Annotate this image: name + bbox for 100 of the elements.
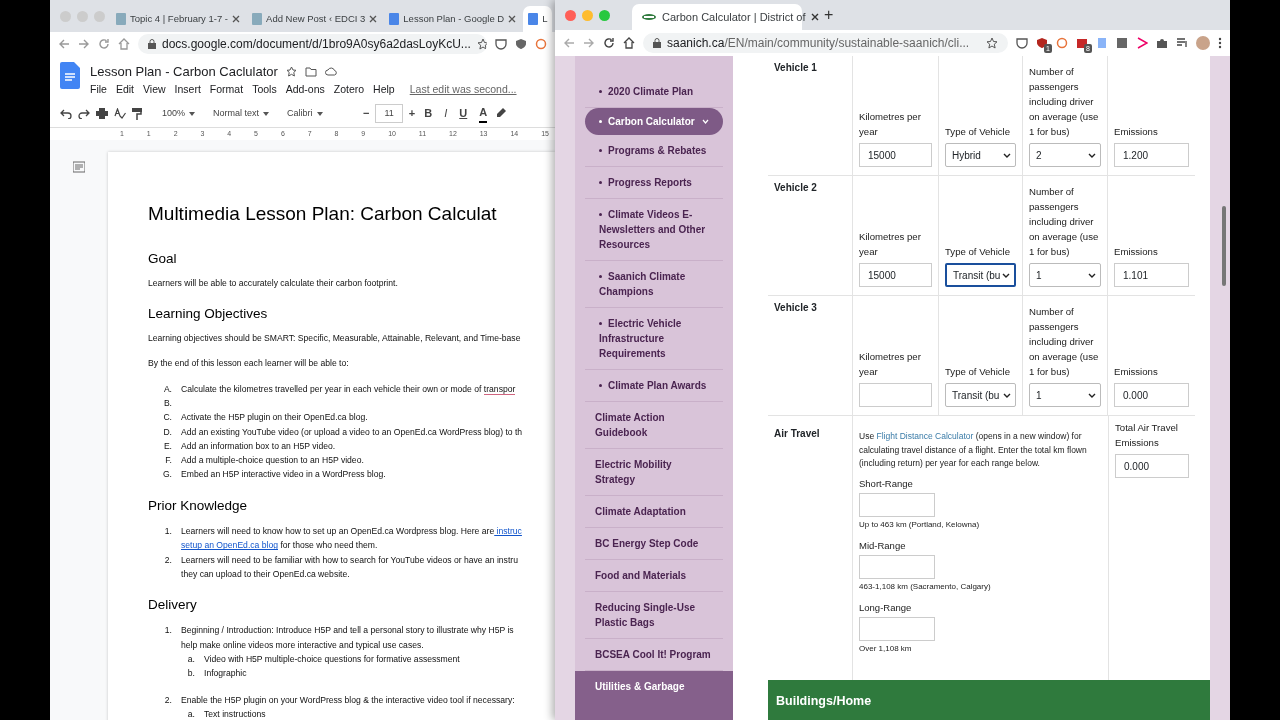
italic-button[interactable]: I: [444, 105, 448, 122]
menu-item[interactable]: Format: [209, 81, 244, 98]
sidebar-link[interactable]: Carbon Calculator: [585, 108, 723, 135]
close-icon[interactable]: [369, 15, 378, 23]
input-field[interactable]: 1.200: [1114, 143, 1189, 167]
input-field[interactable]: [859, 492, 935, 517]
passengers-dropdown[interactable]: 1: [1029, 383, 1101, 407]
vehicle-dropdown[interactable]: Hybrid: [945, 143, 1016, 167]
vehicle-dropdown[interactable]: Transit (bu: [945, 383, 1016, 407]
shield-icon[interactable]: [515, 38, 527, 50]
close-icon[interactable]: [232, 15, 241, 23]
sidebar-link[interactable]: Food and Materials: [585, 560, 723, 592]
font-size-field[interactable]: 11: [375, 103, 403, 124]
reload-icon[interactable]: [603, 37, 615, 49]
sidebar-link[interactable]: Electric Vehicle Infrastructure Requirements: [585, 308, 723, 370]
address-bar[interactable]: saanich.ca/EN/main/community/sustainable-saanich/cli...: [643, 33, 1008, 53]
star-icon[interactable]: [986, 37, 998, 49]
menu-item[interactable]: Zotero: [333, 81, 365, 98]
pocket-icon[interactable]: [495, 38, 507, 50]
underline-button[interactable]: U: [459, 105, 468, 122]
zoom-dropdown[interactable]: 100%: [162, 106, 196, 121]
calendar-icon[interactable]: [1076, 37, 1088, 49]
sidebar-link[interactable]: Utilities & Garbage: [575, 671, 733, 720]
sidebar-link[interactable]: Climate Action Guidebook: [585, 402, 723, 449]
highlighter-icon[interactable]: [496, 108, 507, 119]
browser-tab[interactable]: Add New Post ‹ EDCI 3: [247, 6, 383, 32]
input-field[interactable]: 1.101: [1114, 263, 1189, 287]
input-field[interactable]: 0.000: [1115, 454, 1189, 478]
pocket-icon[interactable]: [1016, 37, 1028, 49]
folder-icon[interactable]: [304, 66, 317, 77]
doc-link[interactable]: instruc: [494, 526, 522, 536]
outline-icon[interactable]: [73, 161, 85, 173]
sidebar-link[interactable]: BC Energy Step Code: [585, 528, 723, 560]
square-icon[interactable]: [1116, 37, 1128, 49]
calculator-link[interactable]: Flight Distance Calculator: [876, 431, 974, 441]
shield-icon[interactable]: [1036, 37, 1048, 49]
field-label: Number of passengers including driver on average (use 1 for bus): [1029, 65, 1100, 139]
browser-tab[interactable]: Topic 4 | February 1-7 -: [111, 6, 246, 32]
text-color-button[interactable]: A: [479, 104, 488, 123]
caret-icon: [1088, 272, 1096, 278]
cloud-icon[interactable]: [324, 67, 337, 77]
font-dropdown[interactable]: Calibri: [287, 106, 358, 121]
document-title[interactable]: Lesson Plan - Carbon Caclulator: [90, 62, 278, 82]
input-field[interactable]: [859, 383, 932, 407]
menu-item[interactable]: Tools: [252, 81, 277, 98]
input-field[interactable]: [859, 617, 935, 642]
list-text: help make online videos more interactive and typical use cases.: [181, 638, 424, 652]
menu-item[interactable]: File: [90, 81, 107, 98]
input-field[interactable]: 15000: [859, 143, 932, 167]
undo-icon[interactable]: [60, 108, 72, 119]
play-icon[interactable]: [1136, 37, 1148, 49]
field-label: Type of Vehicle: [945, 125, 1012, 139]
redo-icon[interactable]: [78, 108, 90, 119]
sidebar-link[interactable]: Electric Mobility Strategy: [585, 449, 723, 496]
sidebar-link[interactable]: Climate Adaptation: [585, 496, 723, 528]
menu-item[interactable]: Insert: [174, 81, 201, 98]
menu-item[interactable]: Add-ons: [285, 81, 325, 98]
list-marker: 2.: [164, 554, 172, 565]
sidebar-link[interactable]: Progress Reports: [585, 167, 723, 199]
style-dropdown[interactable]: Normal text: [213, 106, 270, 121]
list-marker: A.: [163, 383, 172, 394]
paint-format-icon[interactable]: [132, 107, 142, 120]
address-bar[interactable]: docs.google.com/document/d/1bro9A0sy6a2dasLoyKcU...: [138, 34, 487, 54]
vehicle-dropdown[interactable]: Transit (bu: [945, 263, 1016, 287]
browser-tab[interactable]: L: [523, 6, 553, 32]
passengers-dropdown[interactable]: 1: [1029, 263, 1101, 287]
star-icon[interactable]: [476, 38, 487, 50]
menu-item[interactable]: Help: [373, 81, 395, 98]
input-field[interactable]: [859, 555, 935, 579]
new-tab-button[interactable]: +: [820, 5, 838, 25]
home-icon[interactable]: [623, 37, 635, 49]
star-icon[interactable]: [285, 66, 297, 78]
forward-icon[interactable]: [78, 38, 90, 50]
sidebar-link[interactable]: Climate Plan Awards: [585, 370, 723, 402]
back-icon[interactable]: [58, 38, 70, 50]
caret-icon: [263, 111, 270, 116]
ring-icon[interactable]: [1056, 37, 1068, 49]
increase-size-button[interactable]: +: [408, 105, 416, 122]
field-label: Total Air Travel Emissions: [1115, 421, 1179, 450]
close-icon[interactable]: [811, 13, 820, 21]
decrease-size-button[interactable]: −: [363, 105, 370, 122]
ring-icon[interactable]: [535, 38, 547, 50]
scrollbar-thumb[interactable]: [1222, 206, 1226, 286]
playlist-icon[interactable]: [1176, 37, 1188, 49]
input-field[interactable]: 0.000: [1114, 383, 1189, 407]
sidebar-link[interactable]: Programs & Rebates: [585, 135, 723, 167]
close-icon[interactable]: [508, 15, 517, 23]
last-edit-link[interactable]: Last edit was second...: [409, 81, 517, 98]
sidebar-link[interactable]: Saanich Climate Champions: [585, 261, 723, 308]
browser-tab[interactable]: Lesson Plan - Google D: [384, 6, 522, 32]
input-field[interactable]: 15000: [859, 263, 932, 287]
doc-link[interactable]: setup an OpenEd.ca blog: [181, 540, 278, 551]
spellcheck-icon[interactable]: [114, 108, 126, 119]
menu-item[interactable]: Edit: [115, 81, 134, 98]
bold-button[interactable]: B: [424, 105, 433, 122]
passengers-dropdown[interactable]: 2: [1029, 143, 1101, 167]
sidebar-link[interactable]: Reducing Single-Use Plastic Bags: [585, 592, 723, 639]
menu-icon[interactable]: [1218, 37, 1222, 49]
menu-item[interactable]: View: [143, 81, 166, 98]
sidebar-link[interactable]: Climate Videos E-Newsletters and Other Resources: [585, 199, 723, 261]
